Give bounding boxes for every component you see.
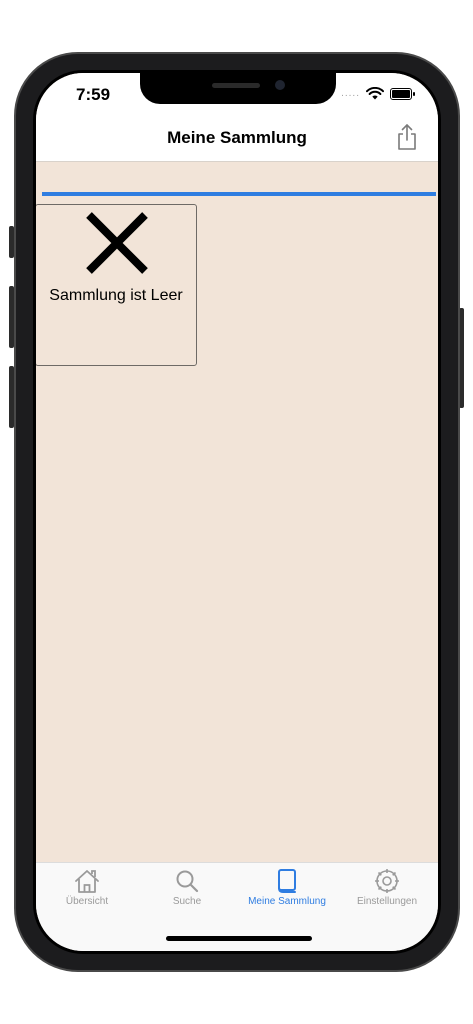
home-indicator [166,936,312,941]
home-icon [75,870,99,893]
progress-line [42,192,436,196]
x-icon [86,212,148,274]
tab-overview[interactable]: Übersicht [37,867,137,907]
tab-label: Einstellungen [356,896,418,907]
share-icon[interactable] [396,123,418,151]
status-time: 7:59 [76,85,111,104]
signal-dots: ..... [341,88,360,99]
tab-label: Suche [172,896,202,907]
search-icon [176,870,199,893]
phone-frame: 7:59 ..... Meine Sammlung Sammlung ist L… [14,52,460,972]
tab-search[interactable]: Suche [137,867,237,907]
tab-label: Übersicht [65,896,109,907]
tab-label: Meine Sammlung [248,896,326,907]
empty-collection-card: Sammlung ist Leer [36,204,197,366]
screen: 7:59 ..... Meine Sammlung Sammlung ist L… [36,73,438,951]
page-title: Meine Sammlung [167,128,307,147]
status-icons: ..... [341,87,415,100]
camera [275,80,285,90]
gear-icon [375,869,399,893]
tab-my-collection[interactable]: Meine Sammlung [237,867,337,907]
notch [140,73,336,104]
empty-message: Sammlung ist Leer [49,287,183,304]
phone-bezel: 7:59 ..... Meine Sammlung Sammlung ist L… [33,70,441,954]
battery-icon [390,87,415,100]
speaker [212,83,260,88]
tab-settings[interactable]: Einstellungen [337,867,437,907]
tab-bar: Übersicht Suche Meine Sammlung Einstellu… [36,862,438,951]
book-icon [278,869,296,893]
wifi-icon [366,87,384,100]
